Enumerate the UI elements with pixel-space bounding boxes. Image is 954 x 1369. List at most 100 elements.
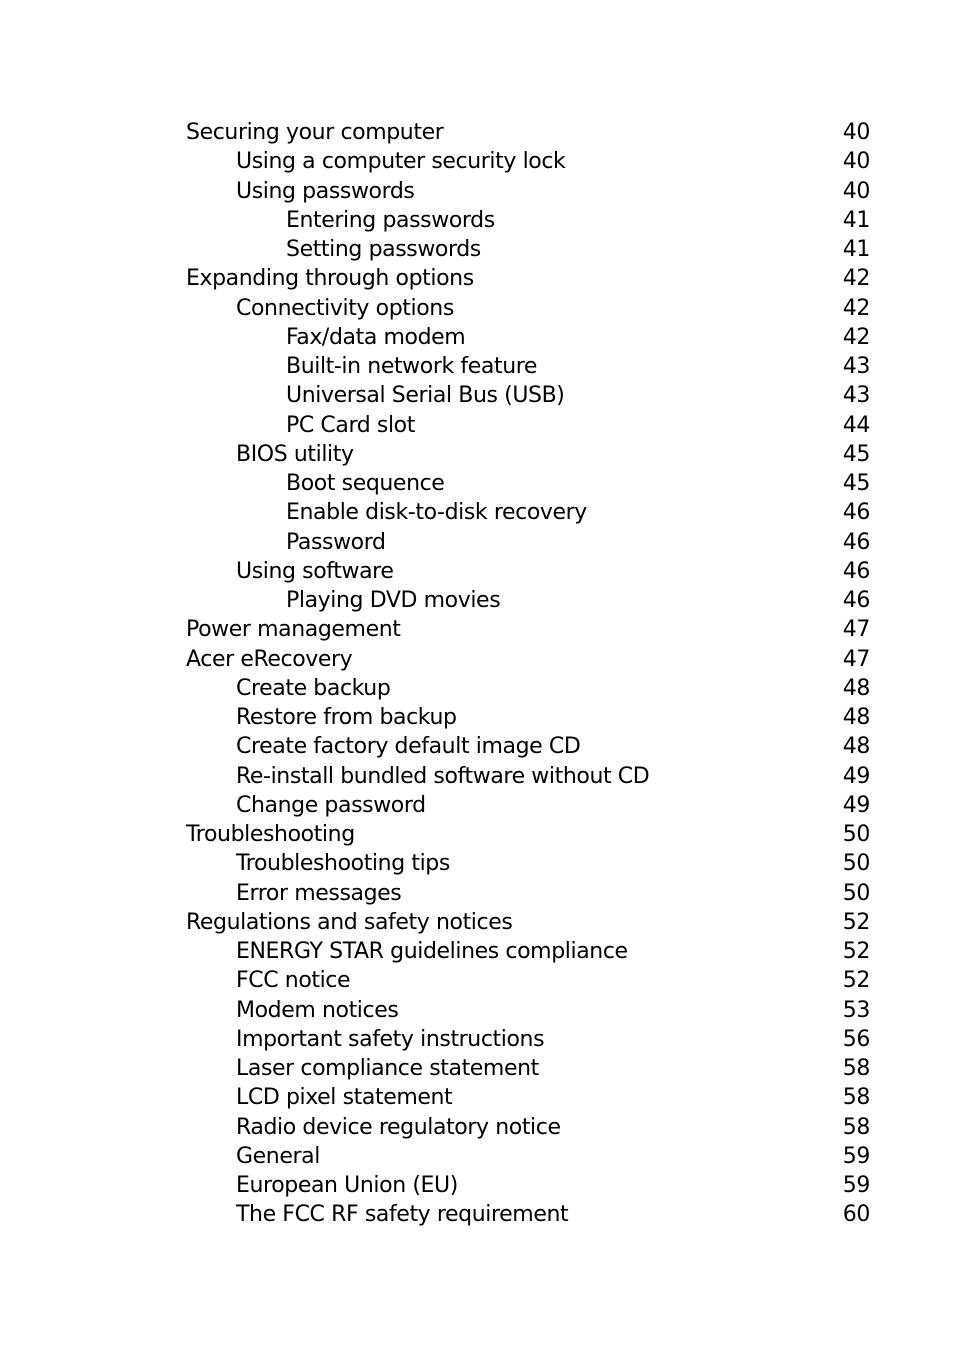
toc-entry[interactable]: BIOS utility 45: [186, 440, 870, 469]
toc-entry[interactable]: Regulations and safety notices 52: [186, 908, 870, 937]
toc-entry-page-number[interactable]: 50: [830, 879, 871, 908]
toc-entry[interactable]: Fax/data modem 42: [186, 323, 870, 352]
toc-entry-title[interactable]: The FCC RF safety requirement: [186, 1200, 569, 1229]
toc-entry[interactable]: Entering passwords 41: [186, 206, 870, 235]
toc-entry-title[interactable]: Using passwords: [186, 177, 415, 206]
toc-entry-page-number[interactable]: 44: [830, 411, 871, 440]
toc-entry-page-number[interactable]: 46: [830, 586, 871, 615]
toc-entry[interactable]: Radio device regulatory notice 58: [186, 1113, 870, 1142]
toc-entry[interactable]: Connectivity options 42: [186, 294, 870, 323]
toc-entry-page-number[interactable]: 58: [830, 1083, 871, 1112]
toc-entry[interactable]: Securing your computer 40: [186, 118, 870, 147]
toc-entry-page-number[interactable]: 52: [830, 908, 871, 937]
toc-entry-page-number[interactable]: 40: [830, 177, 871, 206]
toc-entry-title[interactable]: Laser compliance statement: [186, 1054, 539, 1083]
toc-entry-title[interactable]: Using a computer security lock: [186, 147, 566, 176]
toc-entry[interactable]: Universal Serial Bus (USB) 43: [186, 381, 870, 410]
toc-entry[interactable]: General 59: [186, 1142, 870, 1171]
toc-entry-title[interactable]: Connectivity options: [186, 294, 454, 323]
toc-entry-title[interactable]: Setting passwords: [186, 235, 481, 264]
toc-entry-page-number[interactable]: 58: [830, 1113, 871, 1142]
toc-entry-page-number[interactable]: 48: [830, 674, 871, 703]
toc-entry-page-number[interactable]: 42: [830, 323, 871, 352]
toc-entry-page-number[interactable]: 58: [830, 1054, 871, 1083]
toc-entry-title[interactable]: Error messages: [186, 879, 402, 908]
toc-entry-title[interactable]: Create factory default image CD: [186, 732, 581, 761]
toc-entry[interactable]: FCC notice 52: [186, 966, 870, 995]
toc-entry-title[interactable]: Power management: [186, 615, 401, 644]
toc-entry-page-number[interactable]: 52: [830, 937, 871, 966]
toc-entry[interactable]: Troubleshooting tips 50: [186, 849, 870, 878]
toc-entry-title[interactable]: Securing your computer: [186, 118, 444, 147]
toc-entry-title[interactable]: Re-install bundled software without CD: [186, 762, 650, 791]
toc-entry-title[interactable]: Expanding through options: [186, 264, 474, 293]
toc-entry[interactable]: Important safety instructions 56: [186, 1025, 870, 1054]
toc-entry[interactable]: Laser compliance statement 58: [186, 1054, 870, 1083]
toc-entry-title[interactable]: Troubleshooting: [186, 820, 355, 849]
toc-entry-title[interactable]: Modem notices: [186, 996, 399, 1025]
toc-entry-title[interactable]: Playing DVD movies: [186, 586, 501, 615]
toc-entry[interactable]: Change password 49: [186, 791, 870, 820]
toc-entry-page-number[interactable]: 45: [830, 469, 871, 498]
toc-entry-title[interactable]: Fax/data modem: [186, 323, 466, 352]
toc-entry-title[interactable]: Enable disk-to-disk recovery: [186, 498, 587, 527]
toc-entry-title[interactable]: Create backup: [186, 674, 391, 703]
toc-entry-page-number[interactable]: 59: [830, 1142, 871, 1171]
toc-entry[interactable]: ENERGY STAR guidelines compliance 52: [186, 937, 870, 966]
toc-entry-title[interactable]: BIOS utility: [186, 440, 354, 469]
toc-entry[interactable]: Restore from backup 48: [186, 703, 870, 732]
toc-entry-page-number[interactable]: 42: [830, 264, 871, 293]
toc-entry-title[interactable]: Regulations and safety notices: [186, 908, 513, 937]
toc-entry[interactable]: Playing DVD movies 46: [186, 586, 870, 615]
toc-entry-title[interactable]: European Union (EU): [186, 1171, 458, 1200]
toc-entry[interactable]: PC Card slot 44: [186, 411, 870, 440]
toc-entry-page-number[interactable]: 59: [830, 1171, 871, 1200]
toc-entry[interactable]: Create backup 48: [186, 674, 870, 703]
toc-entry-page-number[interactable]: 43: [830, 381, 871, 410]
toc-entry-page-number[interactable]: 46: [830, 498, 871, 527]
toc-entry-page-number[interactable]: 56: [830, 1025, 871, 1054]
toc-entry[interactable]: Setting passwords 41: [186, 235, 870, 264]
toc-entry-page-number[interactable]: 42: [830, 294, 871, 323]
toc-entry-page-number[interactable]: 46: [830, 528, 871, 557]
toc-entry-title[interactable]: Important safety instructions: [186, 1025, 545, 1054]
toc-entry-title[interactable]: Acer eRecovery: [186, 645, 353, 674]
toc-entry-page-number[interactable]: 41: [830, 206, 871, 235]
toc-entry-page-number[interactable]: 41: [830, 235, 871, 264]
toc-entry[interactable]: Power management 47: [186, 615, 870, 644]
toc-entry[interactable]: LCD pixel statement 58: [186, 1083, 870, 1112]
toc-entry-page-number[interactable]: 50: [830, 820, 871, 849]
toc-entry-page-number[interactable]: 49: [830, 762, 871, 791]
toc-entry-page-number[interactable]: 40: [830, 147, 871, 176]
toc-entry[interactable]: Boot sequence 45: [186, 469, 870, 498]
toc-entry-page-number[interactable]: 60: [830, 1200, 871, 1229]
toc-entry-title[interactable]: Radio device regulatory notice: [186, 1113, 561, 1142]
toc-entry-page-number[interactable]: 48: [830, 703, 871, 732]
toc-entry-page-number[interactable]: 49: [830, 791, 871, 820]
toc-entry-title[interactable]: Using software: [186, 557, 394, 586]
toc-entry-page-number[interactable]: 47: [830, 615, 871, 644]
toc-entry-page-number[interactable]: 50: [830, 849, 871, 878]
toc-entry-title[interactable]: Change password: [186, 791, 426, 820]
toc-entry-title[interactable]: Universal Serial Bus (USB): [186, 381, 565, 410]
toc-entry[interactable]: Built-in network feature 43: [186, 352, 870, 381]
toc-entry-title[interactable]: Built-in network feature: [186, 352, 537, 381]
toc-entry-title[interactable]: Boot sequence: [186, 469, 445, 498]
toc-entry[interactable]: European Union (EU) 59: [186, 1171, 870, 1200]
toc-entry[interactable]: Using a computer security lock 40: [186, 147, 870, 176]
toc-entry[interactable]: Password 46: [186, 528, 870, 557]
toc-entry-page-number[interactable]: 40: [830, 118, 871, 147]
toc-entry[interactable]: Using passwords 40: [186, 177, 870, 206]
toc-entry[interactable]: Re-install bundled software without CD 49: [186, 762, 870, 791]
toc-entry[interactable]: Error messages 50: [186, 879, 870, 908]
toc-entry[interactable]: The FCC RF safety requirement 60: [186, 1200, 870, 1229]
toc-entry-page-number[interactable]: 47: [830, 645, 871, 674]
toc-entry-title[interactable]: LCD pixel statement: [186, 1083, 453, 1112]
toc-entry[interactable]: Using software 46: [186, 557, 870, 586]
toc-entry-page-number[interactable]: 53: [830, 996, 871, 1025]
toc-entry[interactable]: Create factory default image CD 48: [186, 732, 870, 761]
toc-entry-title[interactable]: Restore from backup: [186, 703, 457, 732]
toc-entry-page-number[interactable]: 52: [830, 966, 871, 995]
toc-entry-title[interactable]: PC Card slot: [186, 411, 415, 440]
toc-entry-title[interactable]: FCC notice: [186, 966, 351, 995]
